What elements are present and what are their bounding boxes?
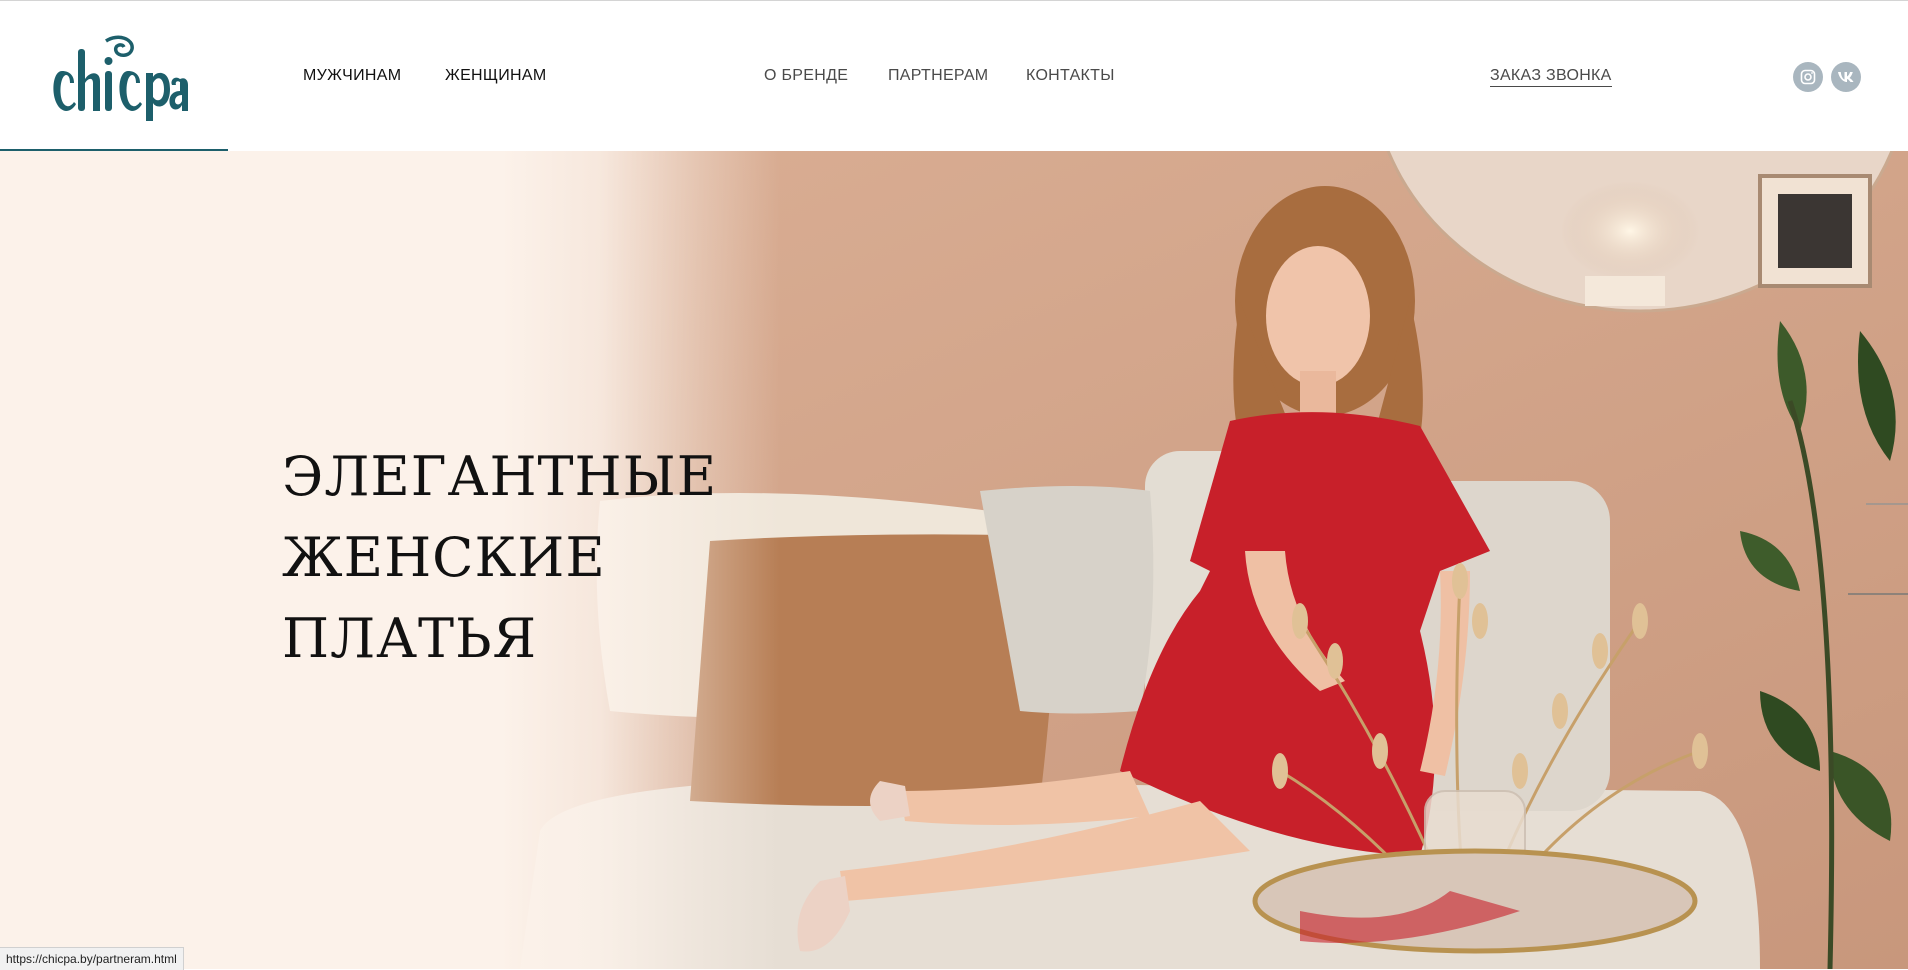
logo-icon	[53, 35, 188, 121]
slider-indicator-lines	[1848, 503, 1908, 595]
site-header: МУЖЧИНАМ ЖЕНЩИНАМ О БРЕНДЕ ПАРТНЕРАМ КОН…	[0, 1, 1908, 149]
browser-status-url: https://chicpa.by/partneram.html	[0, 947, 184, 970]
hero-headline-line-2: ЖЕНСКИЕ	[282, 526, 606, 589]
hero-banner: ЭЛЕГАНТНЫЕ ЖЕНСКИЕ ПЛАТЬЯ	[0, 151, 1908, 969]
nav-partners[interactable]: ПАРТНЕРАМ	[888, 67, 988, 85]
callback-request-link[interactable]: ЗАКАЗ ЗВОНКА	[1490, 67, 1612, 87]
nav-men[interactable]: МУЖЧИНАМ	[303, 67, 401, 85]
vk-button[interactable]	[1831, 62, 1861, 92]
instagram-button[interactable]	[1793, 62, 1823, 92]
hero-headline-line-3: ПЛАТЬЯ	[282, 607, 538, 670]
hero-headline: ЭЛЕГАНТНЫЕ ЖЕНСКИЕ ПЛАТЬЯ	[282, 436, 717, 679]
nav-women[interactable]: ЖЕНЩИНАМ	[445, 67, 546, 85]
nav-about-brand[interactable]: О БРЕНДЕ	[764, 67, 848, 85]
instagram-icon	[1800, 69, 1816, 85]
vk-icon	[1838, 72, 1854, 82]
nav-contacts[interactable]: КОНТАКТЫ	[1026, 67, 1115, 85]
brand-logo[interactable]	[48, 31, 188, 121]
hero-headline-line-1: ЭЛЕГАНТНЫЕ	[282, 445, 718, 508]
